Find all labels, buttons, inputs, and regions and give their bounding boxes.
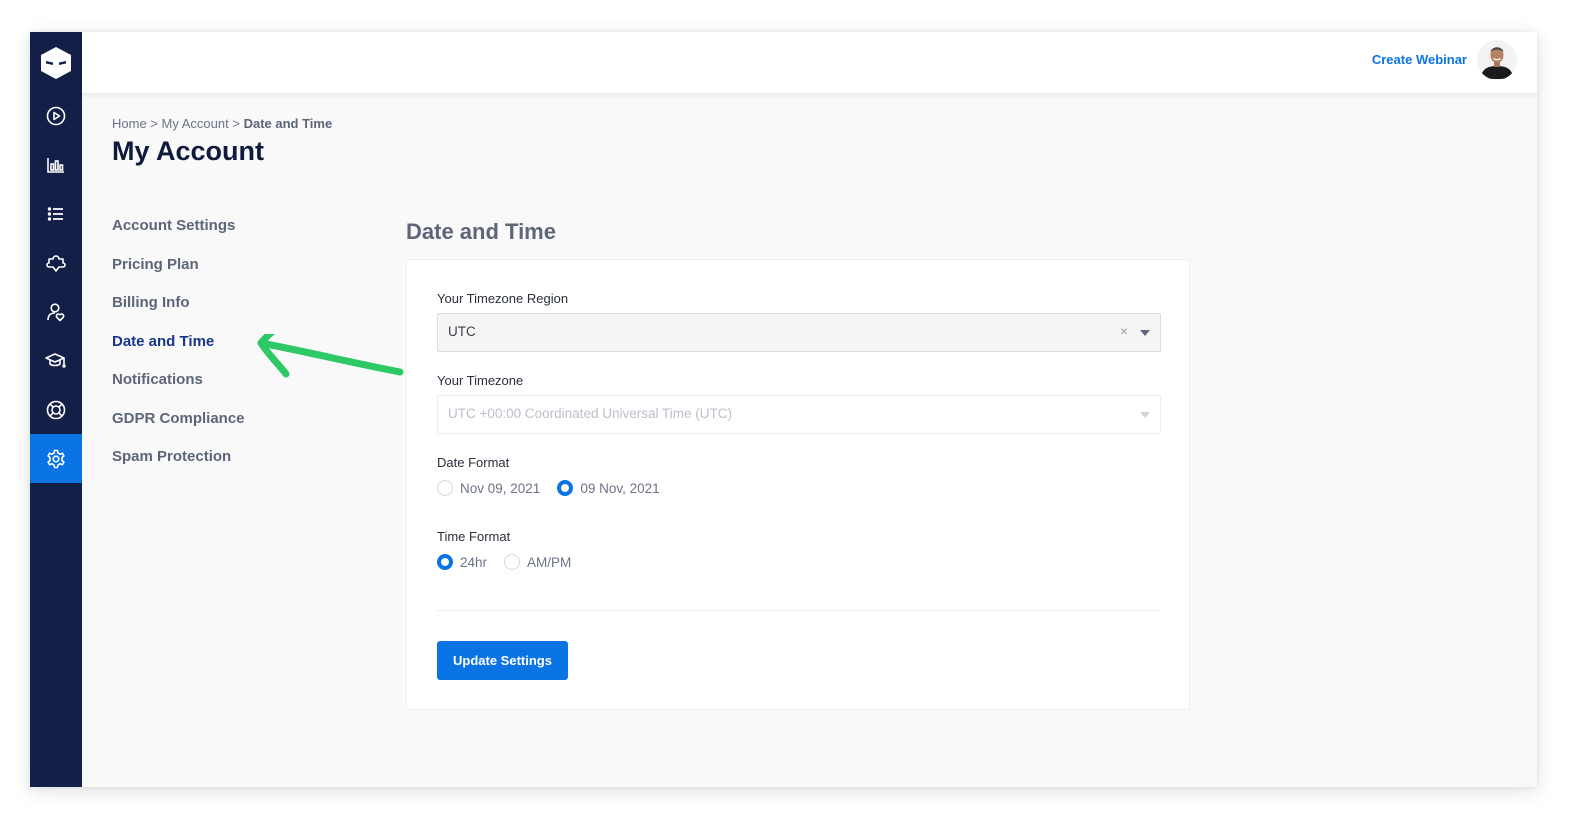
section-title: Date and Time — [406, 219, 556, 244]
top-bar: Create Webinar — [82, 32, 1537, 94]
rail-item-settings[interactable] — [30, 434, 82, 483]
date-format-radio-group: Nov 09, 2021 09 Nov, 2021 — [437, 480, 677, 496]
annotation-arrow-icon — [257, 334, 404, 378]
subnav-item-billing-info[interactable]: Billing Info — [112, 293, 245, 332]
time-format-option-24hr[interactable]: 24hr — [437, 554, 487, 570]
subnav-item-pricing-plan[interactable]: Pricing Plan — [112, 255, 245, 294]
radio-checked-icon[interactable] — [437, 554, 453, 570]
timezone-select[interactable]: UTC +00:00 Coordinated Universal Time (U… — [437, 395, 1161, 434]
date-format-option-month-first[interactable]: Nov 09, 2021 — [437, 480, 540, 496]
account-subnav: Account Settings Pricing Plan Billing In… — [112, 216, 245, 486]
rail-item-support[interactable] — [30, 385, 82, 434]
rail-item-academy[interactable] — [30, 336, 82, 385]
timezone-region-select[interactable]: UTC × — [437, 313, 1161, 352]
subnav-item-spam-protection[interactable]: Spam Protection — [112, 447, 245, 486]
create-webinar-link[interactable]: Create Webinar — [1372, 52, 1467, 67]
date-format-label: Date Format — [437, 455, 510, 470]
ninja-logo-icon[interactable] — [30, 32, 82, 94]
divider — [437, 610, 1161, 611]
date-time-settings-card: Your Timezone Region UTC × Your Timezone… — [406, 259, 1190, 710]
update-settings-button[interactable]: Update Settings — [437, 641, 568, 680]
breadcrumb-my-account[interactable]: My Account — [162, 116, 229, 131]
breadcrumb: Home > My Account > Date and Time — [112, 116, 332, 131]
app-window: Create Webinar Home > My Account > Date … — [30, 32, 1537, 787]
clear-icon[interactable]: × — [1120, 323, 1128, 339]
radio-label: AM/PM — [527, 554, 572, 570]
list-icon — [46, 204, 66, 224]
radio-label: Nov 09, 2021 — [460, 480, 541, 496]
rail-item-integrations[interactable] — [30, 238, 82, 287]
breadcrumb-current: Date and Time — [243, 116, 333, 131]
timezone-region-value: UTC — [448, 324, 476, 339]
bar-chart-icon — [46, 155, 66, 175]
user-heart-icon — [46, 302, 66, 322]
breadcrumb-separator: > — [232, 116, 244, 131]
lifebuoy-icon — [46, 400, 66, 420]
rail-item-lists[interactable] — [30, 189, 82, 238]
rail-item-contacts[interactable] — [30, 287, 82, 336]
timezone-region-label: Your Timezone Region — [437, 291, 569, 306]
play-circle-icon — [46, 106, 66, 126]
radio-checked-icon[interactable] — [557, 480, 574, 496]
date-format-option-day-first[interactable]: 09 Nov, 2021 — [557, 480, 660, 496]
graduation-cap-icon — [45, 351, 67, 371]
subnav-item-notifications[interactable]: Notifications — [112, 370, 245, 409]
subnav-item-date-and-time[interactable]: Date and Time — [112, 332, 245, 371]
timezone-label: Your Timezone — [437, 373, 524, 388]
puzzle-icon — [46, 253, 66, 273]
icon-sidebar — [30, 32, 82, 787]
time-format-option-ampm[interactable]: AM/PM — [504, 554, 571, 570]
timezone-value: UTC +00:00 Coordinated Universal Time (U… — [448, 406, 732, 421]
radio-label: 09 Nov, 2021 — [580, 480, 660, 496]
radio-label: 24hr — [460, 554, 488, 570]
time-format-label: Time Format — [437, 529, 511, 544]
rail-item-analytics[interactable] — [30, 140, 82, 189]
subnav-item-account-settings[interactable]: Account Settings — [112, 216, 245, 255]
subnav-item-gdpr-compliance[interactable]: GDPR Compliance — [112, 409, 245, 448]
time-format-radio-group: 24hr AM/PM — [437, 554, 588, 570]
chevron-down-icon[interactable] — [1140, 330, 1150, 336]
chevron-down-icon — [1140, 412, 1150, 418]
gear-icon — [46, 449, 66, 469]
user-avatar[interactable] — [1477, 40, 1517, 80]
radio-unchecked-icon[interactable] — [504, 554, 521, 570]
breadcrumb-separator: > — [150, 116, 162, 131]
page-title: My Account — [112, 136, 265, 166]
radio-unchecked-icon[interactable] — [437, 480, 453, 496]
breadcrumb-home[interactable]: Home — [112, 116, 147, 131]
rail-item-webinars[interactable] — [30, 91, 82, 140]
